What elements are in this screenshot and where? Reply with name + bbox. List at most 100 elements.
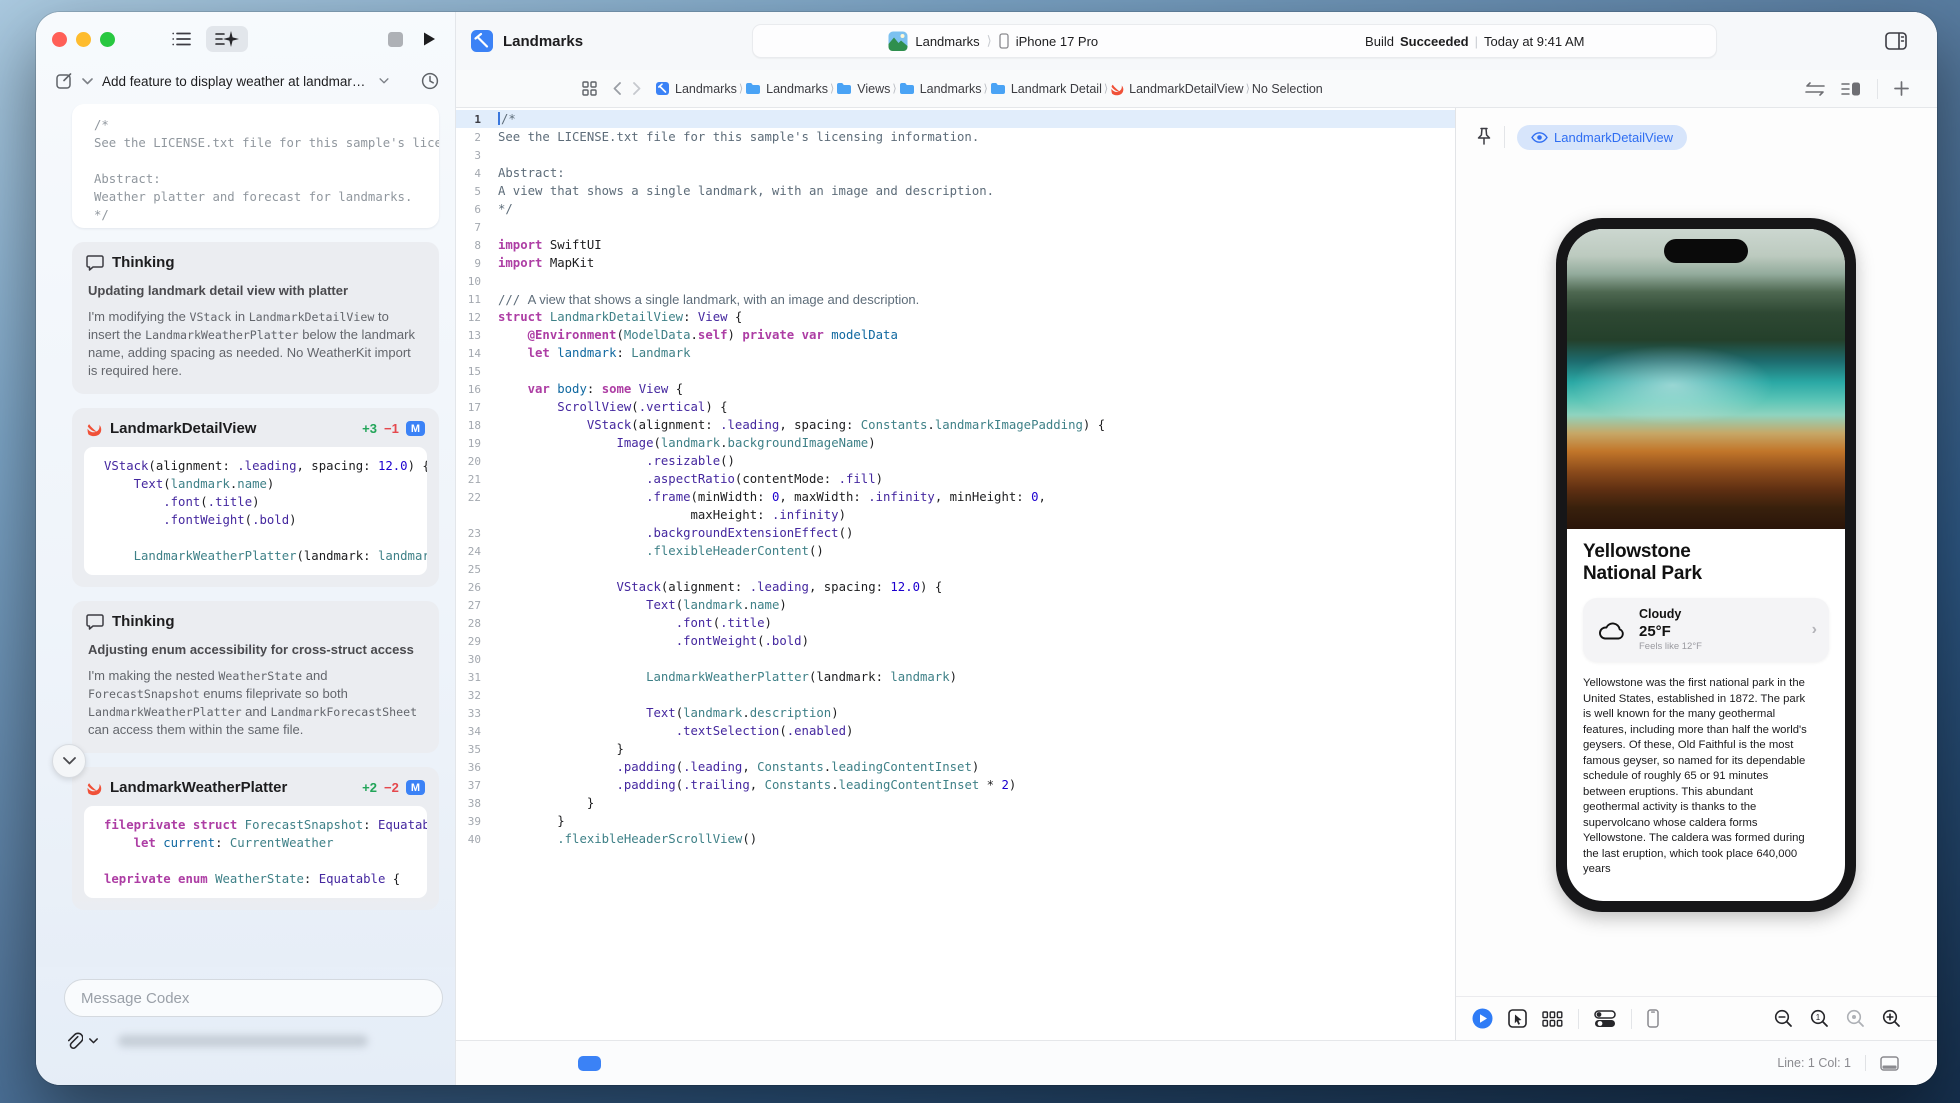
lines-added: +2 <box>362 780 377 795</box>
xcode-window: Add feature to display weather at landma… <box>36 12 1937 1085</box>
scheme-device-section[interactable]: Landmarks ⟩ iPhone 17 Pro <box>753 31 1235 51</box>
weather-feels-like: Feels like 12°F <box>1639 642 1702 653</box>
lines-removed: −1 <box>384 421 399 436</box>
pin-icon[interactable] <box>1476 127 1492 147</box>
modified-badge: M <box>406 421 425 436</box>
zoom-100-button[interactable]: 1 <box>1810 1009 1829 1028</box>
breadcrumb-separator: ⟩ <box>737 82 745 95</box>
chevron-right-icon: › <box>1812 621 1817 639</box>
project-name: Landmarks <box>503 33 583 50</box>
thinking-card[interactable]: Thinking Adjusting enum accessibility fo… <box>72 601 439 753</box>
go-forward-icon[interactable] <box>633 82 641 95</box>
run-button[interactable] <box>421 31 437 47</box>
breadcrumb-separator: ⟩ <box>1244 82 1252 95</box>
selectable-mode-button[interactable] <box>1508 1009 1527 1028</box>
zoom-in-button[interactable] <box>1882 1009 1901 1028</box>
chat-composer <box>36 973 455 1085</box>
thinking-card[interactable]: Thinking Updating landmark detail view w… <box>72 242 439 394</box>
thinking-subtitle: Updating landmark detail view with platt… <box>72 271 439 298</box>
divider <box>1865 1055 1866 1071</box>
chat-header: Add feature to display weather at landma… <box>36 66 455 100</box>
breadcrumb-separator: ⟩ <box>828 82 836 95</box>
message-input[interactable] <box>64 979 443 1017</box>
chevron-down-icon[interactable] <box>89 1038 98 1044</box>
chevron-down-icon[interactable] <box>82 78 93 85</box>
stop-button[interactable] <box>388 32 403 47</box>
zoom-to-fit-button[interactable] <box>1846 1009 1865 1028</box>
build-label: Build <box>1365 34 1394 49</box>
landmark-description: Yellowstone was the first national park … <box>1583 676 1811 878</box>
project-scheme[interactable]: Landmarks <box>470 29 583 53</box>
breadcrumb-folder[interactable]: Views <box>836 82 890 96</box>
folder-icon <box>745 82 761 95</box>
breadcrumb-project[interactable]: Landmarks <box>655 81 737 96</box>
minimize-button[interactable] <box>76 32 91 47</box>
attachment-paperclip-icon[interactable] <box>64 1031 83 1050</box>
file-change-card: LandmarkWeatherPlatter +2 −2 M filepriva… <box>72 767 439 910</box>
preview-device-button[interactable] <box>1647 1009 1659 1028</box>
code-review-swap-icon[interactable] <box>1805 81 1825 97</box>
close-button[interactable] <box>52 32 67 47</box>
file-change-header[interactable]: LandmarkDetailView +3 −1 M <box>72 408 439 437</box>
breadcrumb-separator: ⟩ <box>1102 82 1110 95</box>
zoom-button[interactable] <box>100 32 115 47</box>
live-preview-play-button[interactable] <box>1472 1008 1493 1029</box>
breadcrumb-separator: ⟩ <box>982 82 990 95</box>
landmark-title: Yellowstone National Park <box>1583 541 1743 585</box>
debug-area-toggle-icon[interactable] <box>1880 1056 1899 1071</box>
swift-icon <box>86 780 102 796</box>
iphone-device-icon <box>999 33 1009 49</box>
conversation-title[interactable]: Add feature to display weather at landma… <box>102 74 370 89</box>
redacted-status-text <box>118 1035 368 1047</box>
preview-target-label: LandmarkDetailView <box>1554 130 1673 145</box>
breadcrumb-selection[interactable]: No Selection <box>1252 82 1323 96</box>
build-status: Succeeded <box>1400 34 1469 49</box>
file-change-card: LandmarkDetailView +3 −1 M VStack(alignm… <box>72 408 439 587</box>
scroll-to-bottom-button[interactable] <box>52 744 86 778</box>
breadcrumb-file[interactable]: LandmarkDetailView <box>1110 82 1243 96</box>
separator: ⟩ <box>987 33 992 49</box>
editor-options-icon[interactable] <box>1841 81 1861 97</box>
svg-text:1: 1 <box>1816 1013 1821 1022</box>
breadcrumb-separator: ⟩ <box>890 82 898 95</box>
xcode-toolbar: Landmarks Landmarks ⟩ iPhone 17 Pro Buil… <box>456 12 1937 70</box>
eye-icon <box>1531 132 1548 143</box>
conversation-list-icon[interactable] <box>172 31 192 47</box>
swift-icon <box>86 421 102 437</box>
preview-canvas: Yellowstone National Park Cloudy 25°F Fe… <box>1456 166 1937 996</box>
add-editor-icon[interactable] <box>1894 81 1909 96</box>
run-destination-scheme: Landmarks <box>915 34 979 49</box>
source-editor[interactable]: 1/*2See the LICENSE.txt file for this sa… <box>456 108 1455 1040</box>
preview-target-pill[interactable]: LandmarkDetailView <box>1517 125 1687 150</box>
zoom-out-button[interactable] <box>1774 1009 1793 1028</box>
preview-toolbar: 1 <box>1456 996 1937 1040</box>
file-change-header[interactable]: LandmarkWeatherPlatter +2 −2 M <box>72 767 439 796</box>
dynamic-island <box>1664 239 1748 263</box>
chat-message-list[interactable]: /*See the LICENSE.txt file for this samp… <box>36 104 455 967</box>
chevron-down-icon[interactable] <box>379 78 389 84</box>
codex-sparkle-button[interactable] <box>206 26 248 52</box>
chat-titlebar <box>36 12 455 66</box>
inspector-toggle-icon[interactable] <box>1885 32 1907 50</box>
project-icon <box>655 81 670 96</box>
file-name: LandmarkDetailView <box>110 420 256 437</box>
editor-content-split: 1/*2See the LICENSE.txt file for this sa… <box>456 108 1937 1040</box>
history-clock-icon[interactable] <box>421 72 439 90</box>
agent-activity-indicator[interactable] <box>578 1056 601 1071</box>
related-items-grid-icon[interactable] <box>582 81 597 96</box>
file-diff-code: VStack(alignment: .leading, spacing: 12.… <box>84 447 427 575</box>
go-back-icon[interactable] <box>613 82 621 95</box>
divider <box>1504 126 1505 148</box>
weather-platter[interactable]: Cloudy 25°F Feels like 12°F › <box>1583 598 1829 662</box>
new-conversation-icon[interactable] <box>56 73 73 90</box>
variants-grid-button[interactable] <box>1542 1011 1563 1027</box>
breadcrumb-folder[interactable]: Landmarks <box>745 82 828 96</box>
breadcrumb-folder[interactable]: Landmark Detail <box>990 82 1102 96</box>
swift-icon <box>1110 82 1124 96</box>
iphone-preview-device[interactable]: Yellowstone National Park Cloudy 25°F Fe… <box>1556 218 1856 912</box>
iphone-screen: Yellowstone National Park Cloudy 25°F Fe… <box>1567 229 1845 901</box>
activity-view: Landmarks ⟩ iPhone 17 Pro Build Succeede… <box>752 24 1717 58</box>
build-status-section[interactable]: Build Succeeded | Today at 9:41 AM <box>1234 34 1716 49</box>
device-settings-toggles-button[interactable] <box>1594 1010 1616 1028</box>
breadcrumb-folder[interactable]: Landmarks <box>899 82 982 96</box>
